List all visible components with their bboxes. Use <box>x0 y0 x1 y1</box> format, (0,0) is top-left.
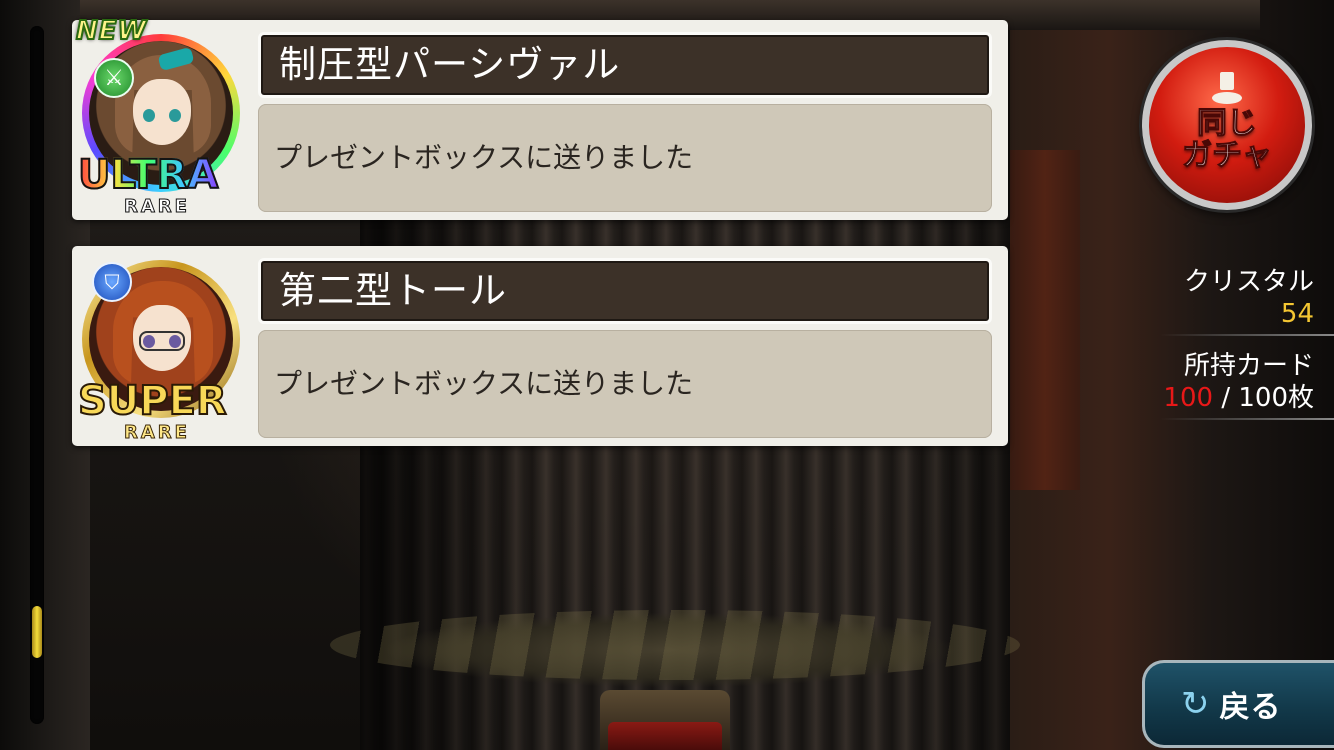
result-message: プレゼントボックスに送りました <box>274 367 694 400</box>
card-count-owned: 100 <box>1163 383 1214 413</box>
background-gear-blades <box>330 610 1020 680</box>
portrait-glasses <box>139 331 185 351</box>
crystal-label: クリスタル <box>1183 267 1314 297</box>
card-count-stat: 所持カード 100 / 100枚 <box>1163 350 1314 414</box>
rarity-sublabel: RARE <box>124 422 190 444</box>
back-label: 戻る <box>1219 690 1282 725</box>
crystal-value: 54 <box>1280 299 1314 329</box>
gacha-result-row[interactable]: ⛉ SUPER RARE 第二型トール プレゼントボックスに送りました <box>72 246 1008 446</box>
card-name-bar: 制圧型パーシヴァル <box>258 32 992 98</box>
lever-icon-tab <box>1220 72 1234 90</box>
card-name: 第二型トール <box>279 269 507 312</box>
rarity-sublabel: RARE <box>124 196 190 218</box>
rarity-label: SUPER <box>77 377 228 425</box>
lever-icon-base <box>1212 92 1242 104</box>
same-gacha-label: 同じ ガチャ <box>1182 106 1273 173</box>
stat-divider <box>1160 418 1334 420</box>
card-count-max: 100枚 <box>1238 383 1314 413</box>
card-name-bar: 第二型トール <box>258 258 992 324</box>
stat-divider <box>1160 334 1334 336</box>
result-message-panel: プレゼントボックスに送りました <box>258 330 992 438</box>
card-name: 制圧型パーシヴァル <box>279 43 621 86</box>
background-banner <box>1010 150 1080 490</box>
lever-icon <box>1212 72 1242 108</box>
crystal-stat: クリスタル 54 <box>1184 266 1314 330</box>
card-count-value: 100 / 100枚 <box>1163 382 1314 414</box>
shield-icon: ⛉ <box>92 262 132 302</box>
portrait-face <box>133 79 191 145</box>
sword-icon: ⚔ <box>94 58 134 98</box>
portrait-eye <box>143 109 155 122</box>
card-count-separator: / <box>1213 383 1239 413</box>
scrollbar[interactable] <box>30 26 44 724</box>
new-badge: NEW <box>75 15 148 47</box>
background-pedestal-top <box>608 722 722 750</box>
result-message-panel: プレゼントボックスに送りました <box>258 104 992 212</box>
result-message: プレゼントボックスに送りました <box>274 141 694 174</box>
back-button[interactable]: ↻ 戻る <box>1142 660 1334 748</box>
rarity-label: ULTRA <box>77 151 219 199</box>
portrait-eye <box>169 109 181 122</box>
return-arrow-icon: ↻ <box>1181 684 1210 724</box>
card-count-label: 所持カード <box>1183 351 1314 381</box>
scrollbar-thumb[interactable] <box>32 606 42 658</box>
portrait-face <box>133 305 191 371</box>
same-gacha-button[interactable]: 同じ ガチャ <box>1142 40 1312 210</box>
gacha-result-row[interactable]: ⚔ NEW ULTRA RARE 制圧型パーシヴァル プレゼントボックスに送りま… <box>72 15 1008 220</box>
